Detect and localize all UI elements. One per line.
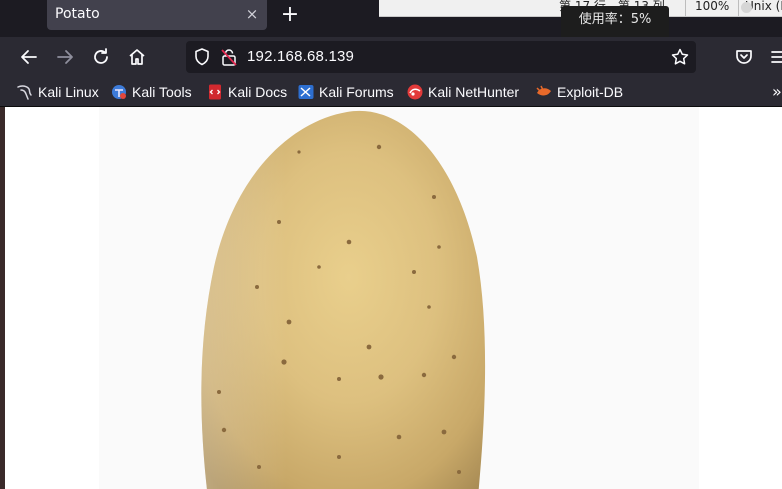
- hamburger-menu-icon: [771, 51, 782, 63]
- home-button[interactable]: [125, 45, 149, 69]
- forward-button[interactable]: [53, 45, 77, 69]
- tab-potato[interactable]: Potato ×: [47, 0, 267, 30]
- bookmark-kali-nethunter[interactable]: Kali NetHunter: [406, 82, 519, 102]
- shield-icon[interactable]: [192, 47, 212, 71]
- bookmark-kali-tools[interactable]: Kali Tools: [110, 82, 192, 102]
- kali-forums-icon: [298, 85, 314, 99]
- pocket-button[interactable]: [732, 45, 756, 69]
- tab-close-button[interactable]: ×: [243, 4, 261, 24]
- bookmark-label: Kali Forums: [319, 84, 394, 100]
- pocket-icon: [736, 50, 752, 64]
- potato-image: [99, 107, 699, 489]
- bookmark-label: Kali Docs: [228, 84, 288, 100]
- bookmark-star-icon[interactable]: [670, 47, 690, 71]
- back-button[interactable]: [17, 45, 41, 69]
- window-button-icon: [741, 2, 752, 13]
- bookmark-exploit-db[interactable]: Exploit-DB: [535, 82, 623, 102]
- bookmark-kali-forums[interactable]: Kali Forums: [297, 82, 394, 102]
- menu-button[interactable]: [768, 45, 782, 69]
- kali-nethunter-icon: [407, 84, 423, 100]
- reload-button[interactable]: [89, 45, 113, 69]
- bookmark-kali-linux[interactable]: Kali Linux: [16, 82, 99, 102]
- home-icon: [129, 49, 145, 65]
- bookmark-label: Kali Linux: [38, 84, 99, 100]
- bookmark-label: Exploit-DB: [557, 84, 624, 100]
- kali-docs-icon: [209, 84, 221, 100]
- arrow-left-icon: [21, 50, 37, 64]
- kali-tools-icon: [112, 85, 126, 99]
- divider: [738, 0, 739, 16]
- url-bar[interactable]: 192.168.68.139: [186, 41, 696, 73]
- kali-dragon-icon: [17, 85, 32, 100]
- exploit-db-icon: [536, 85, 551, 96]
- url-text[interactable]: 192.168.68.139: [247, 48, 354, 65]
- bookmark-label: Kali Tools: [132, 84, 192, 100]
- divider: [685, 0, 686, 16]
- new-tab-button[interactable]: +: [279, 2, 301, 28]
- arrow-right-icon: [57, 50, 73, 64]
- bookmarks-toolbar: Kali Linux Kali Tools Kali Docs Kali For…: [0, 77, 782, 107]
- zoom-level: 100%: [695, 0, 730, 13]
- navigation-toolbar: 192.168.68.139: [0, 37, 782, 77]
- bookmarks-overflow-button[interactable]: »: [772, 82, 782, 101]
- bookmark-label: Kali NetHunter: [428, 84, 520, 100]
- reload-icon: [94, 48, 108, 64]
- insecure-lock-icon[interactable]: [219, 47, 239, 71]
- potato-illustration: [201, 110, 486, 489]
- tab-title: Potato: [55, 6, 100, 22]
- bookmark-kali-docs[interactable]: Kali Docs: [206, 82, 287, 102]
- page-viewport: [5, 107, 782, 489]
